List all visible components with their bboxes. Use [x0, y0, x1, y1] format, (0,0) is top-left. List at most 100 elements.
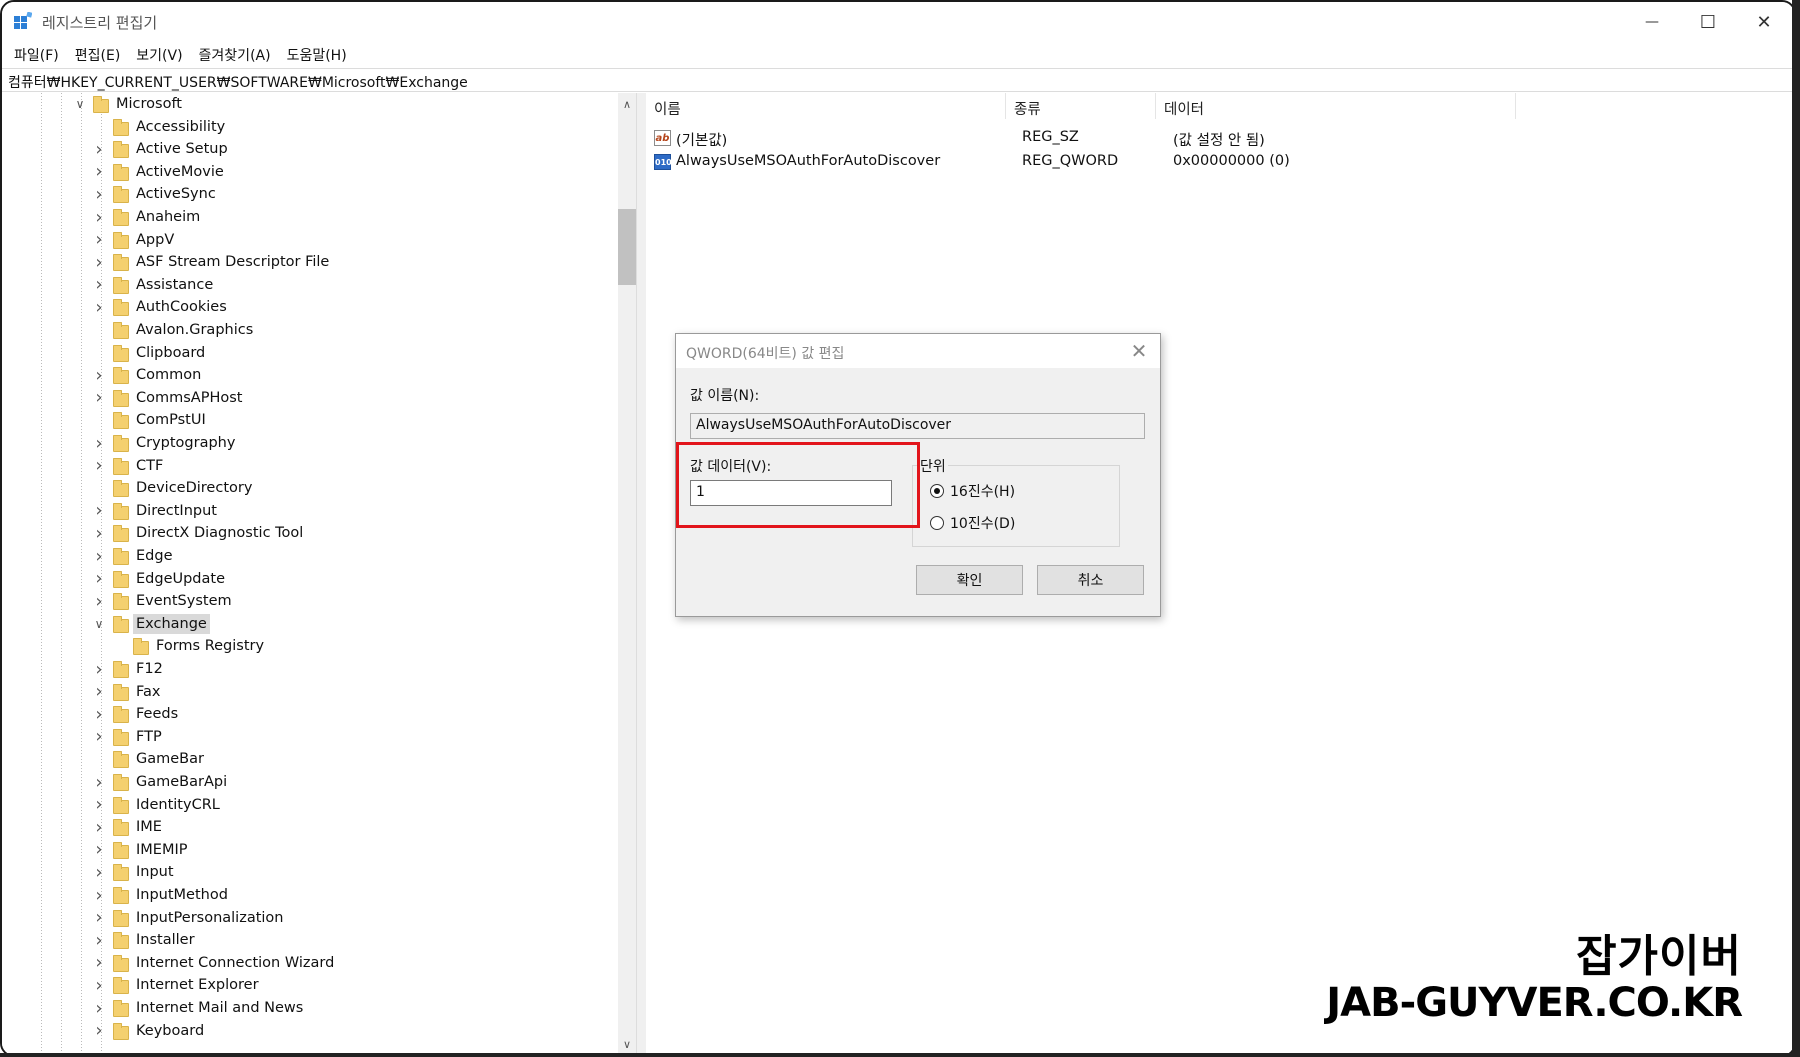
folder-icon: [113, 163, 129, 181]
folder-icon: [113, 480, 129, 498]
radio-hex-button[interactable]: [930, 484, 944, 498]
cancel-button[interactable]: 취소: [1037, 565, 1144, 595]
chevron-right-icon[interactable]: ›: [92, 794, 106, 815]
folder-icon: [113, 435, 129, 452]
close-button[interactable]: ✕: [1736, 6, 1792, 38]
tree-item-label: DirectX Diagnostic Tool: [136, 525, 304, 542]
chevron-right-icon[interactable]: ›: [92, 726, 106, 747]
chevron-right-icon[interactable]: ›: [92, 591, 106, 612]
tree-item-label: CommsAPHost: [136, 389, 243, 406]
close-icon: ✕: [1756, 11, 1772, 33]
chevron-right-icon[interactable]: ›: [92, 952, 106, 973]
chevron-right-icon[interactable]: ›: [92, 455, 106, 476]
close-icon[interactable]: ✕: [1126, 338, 1152, 364]
chevron-right-icon[interactable]: ›: [92, 229, 106, 250]
chevron-right-icon[interactable]: ›: [92, 184, 106, 205]
value-data: 0x00000000 (0): [1173, 153, 1290, 169]
pane-splitter[interactable]: [636, 93, 646, 1055]
tree-item-label: DirectInput: [136, 502, 217, 519]
column-header-data[interactable]: 데이터: [1156, 93, 1516, 119]
chevron-right-icon[interactable]: ›: [92, 433, 106, 454]
chevron-right-icon[interactable]: ›: [92, 975, 106, 996]
column-header-name[interactable]: 이름: [646, 93, 1006, 119]
radio-hex-label[interactable]: 16진수(H): [950, 481, 1015, 501]
folder-icon: [113, 977, 129, 995]
chevron-right-icon[interactable]: ›: [92, 998, 106, 1019]
folder-icon: [113, 186, 129, 204]
folder-icon: [113, 548, 129, 565]
tree-item-label: IME: [136, 819, 162, 836]
tree-item-label: Avalon.Graphics: [136, 322, 254, 338]
minimize-button[interactable]: —: [1624, 6, 1680, 38]
value-row[interactable]: ab (기본값) REG_SZ (값 설정 안 됨): [646, 127, 1646, 149]
chevron-right-icon[interactable]: ›: [92, 139, 106, 160]
tree-item-label: Forms Registry: [156, 638, 265, 655]
menu-favorites[interactable]: 즐겨찾기(A): [193, 42, 281, 68]
menu-help[interactable]: 도움말(H): [281, 42, 357, 68]
minimize-icon: —: [1645, 14, 1659, 30]
chevron-right-icon[interactable]: ›: [92, 659, 106, 680]
base-group-label: 단위: [918, 456, 948, 476]
chevron-right-icon[interactable]: ›: [92, 568, 106, 589]
chevron-right-icon[interactable]: ›: [92, 274, 106, 295]
chevron-right-icon[interactable]: ›: [92, 930, 106, 951]
chevron-down-icon[interactable]: ∨: [92, 617, 106, 631]
value-name-field[interactable]: AlwaysUseMSOAuthForAutoDiscover: [690, 413, 1145, 439]
window-title: 레지스트리 편집기: [42, 14, 158, 32]
ok-button[interactable]: 확인: [916, 565, 1023, 595]
folder-icon: [113, 322, 129, 339]
chevron-right-icon[interactable]: ›: [92, 885, 106, 906]
folder-icon: [113, 954, 129, 972]
tree-scrollbar-thumb[interactable]: [618, 209, 636, 285]
chevron-right-icon[interactable]: ›: [92, 907, 106, 928]
folder-icon: [133, 638, 149, 656]
address-bar[interactable]: 컴퓨터₩HKEY_CURRENT_USER₩SOFTWARE₩Microsoft…: [2, 68, 1794, 92]
chevron-right-icon[interactable]: ›: [92, 207, 106, 228]
chevron-right-icon[interactable]: ›: [92, 704, 106, 725]
chevron-right-icon[interactable]: ›: [92, 546, 106, 567]
chevron-right-icon[interactable]: ›: [92, 772, 106, 793]
chevron-right-icon[interactable]: ›: [92, 817, 106, 838]
tree-item-label: Edge: [136, 548, 173, 564]
string-value-icon: ab: [654, 130, 671, 146]
menu-edit[interactable]: 편집(E): [69, 42, 131, 68]
folder-icon: [113, 141, 129, 159]
chevron-right-icon[interactable]: ›: [92, 161, 106, 182]
menu-view[interactable]: 보기(V): [130, 42, 192, 68]
menu-file[interactable]: 파일(F): [8, 42, 69, 68]
radio-dec-label[interactable]: 10진수(D): [950, 513, 1015, 533]
value-type: REG_QWORD: [1022, 153, 1119, 169]
scroll-down-icon[interactable]: ∨: [618, 1035, 636, 1053]
folder-icon: [113, 412, 129, 430]
tree-item-label: InputMethod: [136, 887, 228, 903]
chevron-right-icon[interactable]: ›: [92, 839, 106, 860]
chevron-right-icon[interactable]: ›: [92, 523, 106, 544]
chevron-right-icon[interactable]: ›: [92, 365, 106, 386]
chevron-right-icon[interactable]: ›: [92, 297, 106, 318]
registry-editor-window: 레지스트리 편집기 — ☐ ✕ 파일(F) 편집(E) 보기(V) 즐겨찾기(A…: [0, 0, 1796, 1057]
highlight-annotation: [676, 442, 920, 528]
tree-item-label: ActiveSync: [136, 186, 216, 203]
chevron-right-icon[interactable]: ›: [92, 862, 106, 883]
tree-item-label: Keyboard: [136, 1022, 205, 1039]
chevron-right-icon[interactable]: ›: [92, 500, 106, 521]
chevron-right-icon[interactable]: ›: [92, 1020, 106, 1041]
value-row[interactable]: 010 AlwaysUseMSOAuthForAutoDiscover REG_…: [646, 151, 1646, 173]
folder-icon: [113, 231, 129, 249]
chevron-right-icon[interactable]: ›: [92, 252, 106, 273]
dialog-title-bar: QWORD(64비트) 값 편집 ✕: [676, 334, 1160, 368]
scroll-up-icon[interactable]: ∧: [618, 95, 636, 113]
tree-item-label: Common: [136, 367, 202, 384]
tree-item-label: Active Setup: [136, 141, 228, 158]
chevron-right-icon[interactable]: ›: [92, 681, 106, 702]
radio-dec-button[interactable]: [930, 516, 944, 530]
chevron-right-icon[interactable]: ›: [92, 387, 106, 408]
tree-item-label: FTP: [136, 728, 162, 745]
column-header-type[interactable]: 종류: [1006, 93, 1156, 119]
tree-item-label: InputPersonalization: [136, 909, 284, 926]
tree-item-label: Fax: [136, 683, 161, 700]
folder-icon: [113, 525, 129, 543]
maximize-button[interactable]: ☐: [1680, 6, 1736, 38]
folder-icon: [113, 209, 129, 226]
chevron-down-icon[interactable]: ∨: [73, 97, 87, 111]
